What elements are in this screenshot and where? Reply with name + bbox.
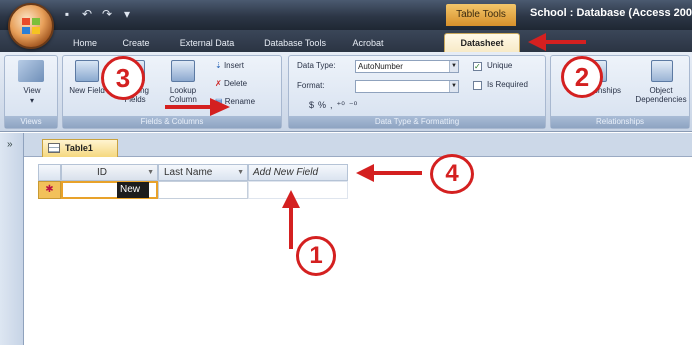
is-required-label: Is Required xyxy=(487,80,528,89)
navigation-pane[interactable]: » xyxy=(0,133,24,345)
tab-table1[interactable]: Table1 xyxy=(42,139,118,157)
table-icon xyxy=(48,143,60,153)
lookup-column-button[interactable]: Lookup Column xyxy=(161,86,205,104)
object-dependencies-icon xyxy=(651,60,673,82)
datasheet-grid: ID ▼ Last Name ▼ Add New Field ✱ New xyxy=(24,158,692,345)
format-select[interactable]: ▼ xyxy=(355,80,459,93)
arrow-left-icon xyxy=(528,33,546,51)
select-all-corner[interactable] xyxy=(38,164,61,181)
table-tools-label: Table Tools xyxy=(446,4,516,26)
group-fields-columns: New Field Existing Fields Lookup Column … xyxy=(62,55,282,129)
group-fields-columns-label: Fields & Columns xyxy=(63,116,281,128)
document-tabs: Table1 xyxy=(24,133,692,157)
object-dependencies-button[interactable]: Object Dependencies xyxy=(631,86,691,104)
lookup-column-icon xyxy=(171,60,195,82)
arrow-left-icon xyxy=(356,164,374,182)
format-label: Format: xyxy=(297,81,325,90)
callout-1: 1 xyxy=(296,236,336,276)
insert-button[interactable]: ⇣ Insert xyxy=(215,60,244,72)
view-button[interactable]: View xyxy=(7,86,57,95)
redo-icon[interactable]: ↷ xyxy=(100,7,114,21)
tab-datasheet[interactable]: Datasheet xyxy=(444,33,520,53)
callout-4: 4 xyxy=(430,154,474,194)
callout-2: 2 xyxy=(561,56,603,98)
new-row-selector[interactable]: ✱ xyxy=(38,181,61,199)
decrease-decimals-icon[interactable]: ⁻⁰ xyxy=(349,100,357,111)
data-type-select[interactable]: AutoNumber ▼ xyxy=(355,60,459,73)
group-views-label: Views xyxy=(5,116,57,128)
save-icon[interactable]: ▪ xyxy=(60,7,74,21)
checkmark-icon: ✓ xyxy=(474,62,481,71)
number-format-buttons: $ % , ⁺⁰ ⁻⁰ xyxy=(309,100,357,111)
column-header-add-new-field[interactable]: Add New Field xyxy=(248,164,348,181)
window-title: School : Database (Access 2007 xyxy=(530,7,692,19)
arrow-right-icon xyxy=(210,98,230,116)
chevron-down-icon[interactable]: ▼ xyxy=(147,165,154,180)
office-logo-icon xyxy=(22,18,40,34)
new-field-icon xyxy=(75,60,99,82)
chevron-down-icon: ▼ xyxy=(449,61,458,72)
tab-create[interactable]: Create xyxy=(114,34,158,52)
arrow-up-icon xyxy=(282,190,300,208)
percent-button[interactable]: % xyxy=(318,100,326,111)
new-value-indicator: New xyxy=(117,182,149,198)
undo-icon[interactable]: ↶ xyxy=(80,7,94,21)
qat-dropdown-icon[interactable]: ▾ xyxy=(120,7,134,21)
currency-button[interactable]: $ xyxy=(309,100,314,111)
insert-icon: ⇣ xyxy=(215,61,224,70)
unique-checkbox[interactable]: ✓ xyxy=(473,62,482,71)
column-header-id[interactable]: ID ▼ xyxy=(61,164,158,181)
data-type-label: Data Type: xyxy=(297,61,336,70)
comma-button[interactable]: , xyxy=(330,100,333,111)
callout-3: 3 xyxy=(101,56,145,100)
group-data-type-label: Data Type & Formatting xyxy=(289,116,545,128)
is-required-checkbox[interactable] xyxy=(473,81,482,90)
expand-nav-icon[interactable]: » xyxy=(7,139,13,150)
view-dropdown-icon[interactable]: ▾ xyxy=(7,96,57,105)
office-button[interactable] xyxy=(8,3,54,49)
group-data-type-formatting: Data Type: AutoNumber ▼ Format: ▼ $ % , ⁺… xyxy=(288,55,546,129)
ribbon-tabs: Home Create External Data Database Tools… xyxy=(0,30,692,53)
group-relationships-label: Relationships xyxy=(551,116,689,128)
delete-button[interactable]: ✗ Delete xyxy=(215,78,247,90)
tab-database-tools[interactable]: Database Tools xyxy=(254,34,336,52)
tab-home[interactable]: Home xyxy=(62,34,108,52)
quick-access-toolbar: ▪ ↶ ↷ ▾ xyxy=(60,6,134,22)
view-icon xyxy=(18,60,44,82)
increase-decimals-icon[interactable]: ⁺⁰ xyxy=(337,100,345,111)
chevron-down-icon: ▼ xyxy=(449,81,458,92)
chevron-down-icon[interactable]: ▼ xyxy=(237,165,244,180)
column-header-last-name[interactable]: Last Name ▼ xyxy=(158,164,248,181)
tab-external-data[interactable]: External Data xyxy=(166,34,248,52)
delete-icon: ✗ xyxy=(215,79,224,88)
tab-acrobat[interactable]: Acrobat xyxy=(342,34,394,52)
group-views: View ▾ Views xyxy=(4,55,58,129)
last-name-cell[interactable] xyxy=(158,181,248,199)
title-bar: ▪ ↶ ↷ ▾ Table Tools School : Database (A… xyxy=(0,0,692,30)
unique-label: Unique xyxy=(487,61,513,70)
